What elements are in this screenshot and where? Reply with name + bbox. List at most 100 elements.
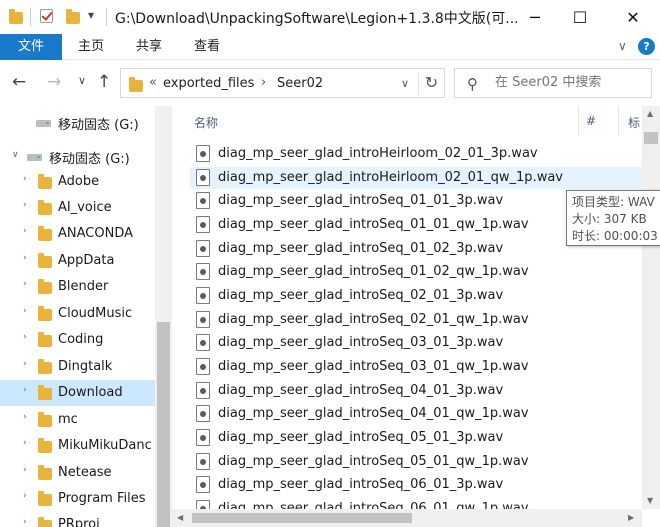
recent-locations-icon[interactable]: ∨ bbox=[78, 74, 86, 87]
collapsed-chevron-icon[interactable]: › bbox=[23, 174, 27, 184]
scroll-up-arrow-icon[interactable]: ▲ bbox=[647, 109, 653, 118]
breadcrumb-overflow-icon[interactable]: « bbox=[149, 75, 157, 90]
file-row[interactable]: diag_mp_seer_glad_introSeq_02_01_qw_1p.w… bbox=[190, 309, 642, 331]
tab-share[interactable]: 共享 bbox=[120, 34, 178, 60]
file-name: diag_mp_seer_glad_introSeq_06_01_3p.wav bbox=[218, 477, 503, 492]
column-divider[interactable] bbox=[618, 106, 619, 136]
ribbon-collapse-icon[interactable]: ∨ bbox=[618, 39, 627, 53]
sidebar-item-blender[interactable]: › Blender bbox=[0, 274, 155, 300]
folder-icon bbox=[38, 468, 52, 480]
search-input[interactable] bbox=[495, 75, 645, 90]
column-header-name[interactable]: 名称 bbox=[194, 114, 218, 131]
back-icon[interactable]: ← bbox=[12, 72, 26, 92]
sidebar-item-prproj[interactable]: › PRproj bbox=[0, 512, 155, 527]
file-row[interactable]: diag_mp_seer_glad_introSeq_06_01_3p.wav bbox=[190, 474, 642, 496]
horizontal-scrollbar-thumb[interactable] bbox=[192, 513, 412, 523]
file-row[interactable]: diag_mp_seer_glad_introSeq_04_01_qw_1p.w… bbox=[190, 403, 642, 425]
file-row[interactable]: diag_mp_seer_glad_introSeq_03_01_3p.wav bbox=[190, 332, 642, 354]
collapsed-chevron-icon[interactable]: › bbox=[23, 253, 27, 263]
navigation-pane: 移动固态 (G:) ∨ 移动固态 (G:) › Adobe › AI_voice… bbox=[0, 106, 172, 527]
file-row[interactable]: diag_mp_seer_glad_introSeq_01_02_qw_1p.w… bbox=[190, 261, 642, 283]
sidebar-item-dingtalk[interactable]: › Dingtalk bbox=[0, 354, 155, 380]
file-row[interactable]: diag_mp_seer_glad_introSeq_05_01_3p.wav bbox=[190, 427, 642, 449]
sidebar-item-anaconda[interactable]: › ANACONDA bbox=[0, 221, 155, 247]
up-icon[interactable]: ↑ bbox=[97, 72, 111, 92]
column-divider[interactable] bbox=[578, 106, 579, 136]
sidebar-item-mc[interactable]: › mc bbox=[0, 407, 155, 433]
scroll-right-arrow-icon[interactable]: ▶ bbox=[628, 513, 634, 522]
refresh-icon[interactable]: ↻ bbox=[418, 73, 444, 95]
folder-icon bbox=[38, 520, 52, 527]
sidebar-item-download[interactable]: › Download bbox=[0, 380, 155, 406]
maximize-button[interactable]: ☐ bbox=[555, 0, 605, 34]
collapsed-chevron-icon[interactable]: › bbox=[23, 491, 27, 501]
column-header-title[interactable]: 标 bbox=[628, 114, 640, 131]
vertical-scrollbar-thumb[interactable] bbox=[644, 132, 658, 144]
breadcrumb-exported-files[interactable]: exported_files bbox=[163, 76, 254, 91]
search-box[interactable]: ⚲ bbox=[454, 68, 652, 98]
sidebar-item-cloudmusic[interactable]: › CloudMusic bbox=[0, 301, 155, 327]
collapsed-chevron-icon[interactable]: › bbox=[23, 279, 27, 289]
close-button[interactable]: ✕ bbox=[608, 0, 658, 34]
file-name: diag_mp_seer_glad_introSeq_04_01_qw_1p.w… bbox=[218, 406, 529, 421]
file-name: diag_mp_seer_glad_introSeq_01_01_qw_1p.w… bbox=[218, 217, 529, 232]
tab-file[interactable]: 文件 bbox=[0, 34, 62, 60]
breadcrumb-seer02[interactable]: Seer02 bbox=[277, 76, 323, 91]
breadcrumb-separator-icon[interactable]: › bbox=[261, 75, 266, 90]
file-list-vertical-scrollbar[interactable]: ▲ ▼ bbox=[642, 106, 660, 509]
address-bar[interactable]: « exported_files › Seer02 ∨ ↻ bbox=[120, 68, 445, 98]
collapsed-chevron-icon[interactable]: › bbox=[23, 306, 27, 316]
sidebar-item-label: PRproj bbox=[58, 517, 100, 527]
sidebar-item-coding[interactable]: › Coding bbox=[0, 327, 155, 353]
file-row[interactable]: diag_mp_seer_glad_introSeq_02_01_3p.wav bbox=[190, 285, 642, 307]
collapsed-chevron-icon[interactable]: › bbox=[23, 517, 27, 527]
sidebar-item-label: Blender bbox=[58, 279, 108, 294]
file-row[interactable]: diag_mp_seer_glad_introSeq_04_01_3p.wav bbox=[190, 380, 642, 402]
help-icon[interactable]: ? bbox=[638, 38, 655, 55]
file-list-horizontal-scrollbar[interactable]: ◀ ▶ bbox=[172, 509, 642, 527]
wav-file-icon bbox=[196, 263, 210, 280]
file-row-hovered[interactable]: diag_mp_seer_glad_introHeirloom_02_01_qw… bbox=[190, 167, 642, 189]
collapsed-chevron-icon[interactable]: › bbox=[23, 385, 27, 395]
collapsed-chevron-icon[interactable]: › bbox=[23, 226, 27, 236]
sidebar-item-label: ANACONDA bbox=[58, 226, 133, 241]
sidebar-scrollbar-thumb[interactable] bbox=[157, 322, 170, 527]
collapsed-chevron-icon[interactable]: › bbox=[23, 465, 27, 475]
wav-file-icon bbox=[196, 145, 210, 162]
file-row[interactable]: diag_mp_seer_glad_introHeirloom_02_01_3p… bbox=[190, 143, 642, 165]
forward-icon[interactable]: → bbox=[47, 72, 61, 92]
column-header-number[interactable]: # bbox=[586, 114, 596, 128]
address-history-icon[interactable]: ∨ bbox=[401, 77, 409, 90]
folder-icon bbox=[38, 494, 52, 506]
collapsed-chevron-icon[interactable]: › bbox=[23, 200, 27, 210]
file-name: diag_mp_seer_glad_introSeq_01_01_3p.wav bbox=[218, 193, 503, 208]
tab-view[interactable]: 查看 bbox=[178, 34, 236, 60]
file-row[interactable]: diag_mp_seer_glad_introSeq_05_01_qw_1p.w… bbox=[190, 451, 642, 473]
sidebar-item-drive-g[interactable]: 移动固态 (G:) bbox=[0, 109, 155, 135]
sidebar-item-appdata[interactable]: › AppData bbox=[0, 248, 155, 274]
minimize-button[interactable]: ─ bbox=[510, 0, 560, 34]
collapsed-chevron-icon[interactable]: › bbox=[23, 359, 27, 369]
sidebar-item-label: Dingtalk bbox=[58, 359, 112, 374]
collapsed-chevron-icon[interactable]: › bbox=[23, 438, 27, 448]
file-name: diag_mp_seer_glad_introSeq_04_01_3p.wav bbox=[218, 383, 503, 398]
sidebar-item-label: Netease bbox=[58, 465, 112, 480]
scroll-left-arrow-icon[interactable]: ◀ bbox=[177, 513, 183, 522]
collapsed-chevron-icon[interactable]: › bbox=[23, 332, 27, 342]
sidebar-item-mikumikudance[interactable]: › MikuMikuDanc bbox=[0, 433, 155, 459]
sidebar-item-program-files[interactable]: › Program Files bbox=[0, 486, 155, 512]
sidebar-item-label: Coding bbox=[58, 332, 103, 347]
scroll-down-arrow-icon[interactable]: ▼ bbox=[647, 496, 653, 505]
collapsed-chevron-icon[interactable]: › bbox=[23, 412, 27, 422]
quick-access-dropdown-icon[interactable]: ▾ bbox=[88, 8, 94, 22]
sidebar-item-ai-voice[interactable]: › AI_voice bbox=[0, 195, 155, 221]
sidebar-item-netease[interactable]: › Netease bbox=[0, 460, 155, 486]
file-row[interactable]: diag_mp_seer_glad_introSeq_03_01_qw_1p.w… bbox=[190, 356, 642, 378]
ribbon-tabs: 文件 主页 共享 查看 ∨ ? bbox=[0, 34, 660, 60]
expanded-chevron-icon[interactable]: ∨ bbox=[12, 150, 19, 160]
sidebar-item-drive-g-expanded[interactable]: ∨ 移动固态 (G:) bbox=[0, 143, 155, 169]
sidebar-item-label: Download bbox=[58, 385, 123, 400]
tab-home[interactable]: 主页 bbox=[62, 34, 120, 60]
sidebar-item-adobe[interactable]: › Adobe bbox=[0, 169, 155, 195]
sidebar-scrollbar[interactable] bbox=[155, 106, 172, 527]
